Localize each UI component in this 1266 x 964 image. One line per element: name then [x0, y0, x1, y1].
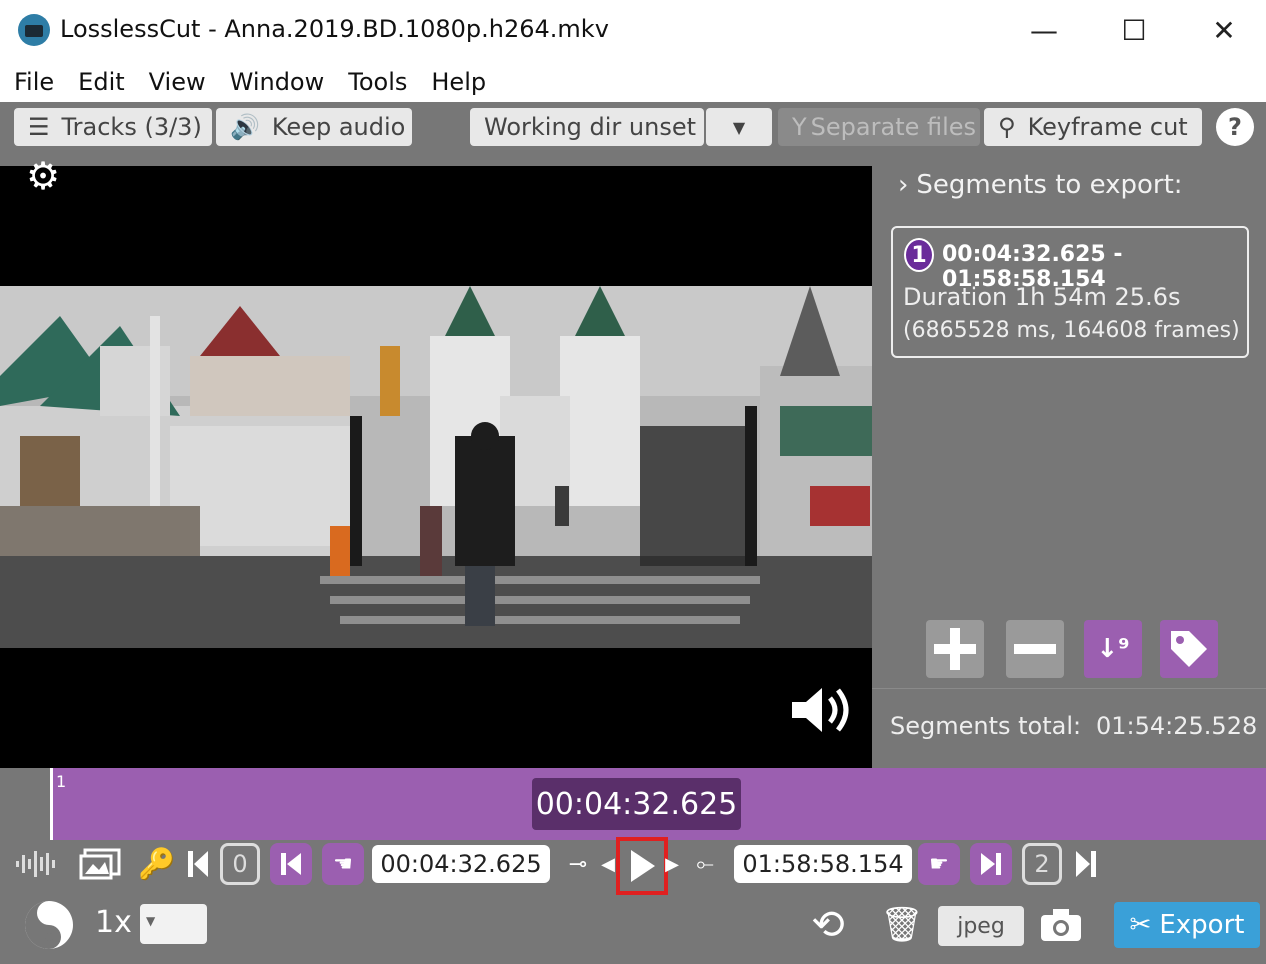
play-icon [631, 850, 655, 882]
tracks-button[interactable]: ☰ Tracks (3/3) [14, 108, 212, 146]
volume-icon[interactable] [788, 682, 858, 738]
jump-start-icon[interactable] [184, 846, 212, 882]
segment-number-badge: 1 [904, 238, 934, 272]
jump-cut-end-button[interactable] [970, 843, 1012, 885]
tag-icon [1171, 631, 1207, 667]
separate-files-button[interactable]: Y Separate files [778, 108, 980, 146]
play-button[interactable] [620, 841, 664, 891]
set-cut-start-button[interactable]: ☚ [322, 843, 364, 885]
capture-format-button[interactable]: jpeg [938, 906, 1024, 946]
video-frame [0, 286, 872, 648]
chevron-right-icon: › [898, 170, 909, 200]
hand-pointing-icon: ☚ [333, 851, 353, 877]
playback-speed-select[interactable]: ▼ [140, 904, 207, 944]
trash-icon[interactable]: 🗑 [880, 900, 924, 950]
menu-window[interactable]: Window [230, 68, 325, 96]
menu-view[interactable]: View [149, 68, 206, 96]
rotate-icon[interactable]: ⟲ [800, 898, 856, 952]
export-label: Export [1159, 910, 1245, 940]
plus-icon [934, 628, 976, 670]
timeline-cursor[interactable] [50, 768, 53, 840]
app-icon [18, 14, 50, 46]
cut-end-time-input[interactable]: 01:58:58.154 [734, 845, 912, 883]
tracks-label: Tracks (3/3) [61, 113, 202, 141]
segments-total-value: 01:54:25.528 [1096, 712, 1258, 740]
keyframe-cut-label: Keyframe cut [1027, 113, 1188, 141]
chevron-down-icon: ▼ [732, 117, 746, 137]
camera-svg [1041, 909, 1081, 941]
jump-end-icon[interactable] [1072, 846, 1100, 882]
menu-bar: File Edit View Window Tools Help [0, 62, 1266, 102]
segment-detail: (6865528 ms, 164608 frames) [903, 318, 1240, 343]
thumbnails-icon[interactable] [78, 846, 122, 882]
keyframes-key-icon[interactable]: 🔑 [138, 846, 176, 882]
segment-duration: Duration 1h 54m 25.6s [903, 283, 1181, 311]
list-icon: ☰ [28, 113, 50, 141]
window-title: LosslessCut - Anna.2019.BD.1080p.h264.mk… [60, 15, 609, 43]
camera-icon[interactable] [1036, 900, 1086, 950]
minus-icon [1014, 644, 1056, 654]
key-right-icon[interactable]: ⟜ [688, 846, 722, 882]
step-back-icon[interactable]: ◀ [600, 846, 616, 882]
menu-tools[interactable]: Tools [348, 68, 407, 96]
maximize-button[interactable]: ☐ [1104, 8, 1164, 52]
skip-end-svg [1076, 851, 1096, 877]
segments-header-label: Segments to export: [916, 170, 1183, 200]
add-segment-button[interactable] [926, 620, 984, 678]
keyframe-cut-button[interactable]: ⚲ Keyframe cut [984, 108, 1202, 146]
waveform-svg [16, 851, 55, 877]
menu-file[interactable]: File [14, 68, 54, 96]
video-image [0, 286, 872, 648]
settings-gear-icon[interactable]: ⚙ [26, 156, 66, 196]
segments-header[interactable]: › Segments to export: [898, 170, 1183, 200]
waveform-icon[interactable] [14, 846, 60, 882]
key-icon: ⚲ [998, 113, 1016, 141]
playback-speed-label: 1x [95, 905, 132, 940]
keep-audio-button[interactable]: 🔊 Keep audio [216, 108, 412, 146]
label-segment-button[interactable] [1160, 620, 1218, 678]
menu-edit[interactable]: Edit [78, 68, 124, 96]
divider [872, 688, 1266, 689]
export-button[interactable]: ✂ Export [1114, 902, 1260, 948]
timeline-before-segment [0, 768, 52, 840]
hand-pointing-right-icon: ☛ [929, 851, 949, 877]
minimize-button[interactable]: — [1014, 8, 1074, 52]
yin-yang-icon[interactable] [22, 898, 76, 952]
separate-files-label: Separate files [810, 113, 977, 141]
timeline-segment-label: 1 [56, 772, 67, 791]
merge-icon: Y [792, 113, 807, 141]
working-dir-dropdown[interactable]: ▼ [706, 108, 772, 146]
key-left-icon[interactable]: ⊸ [562, 846, 594, 882]
scissors-icon: ✂ [1129, 910, 1152, 940]
skip-start-svg [188, 851, 208, 877]
step-forward-icon[interactable]: ▶ [664, 846, 680, 882]
sort-segments-button[interactable]: ↓⁹ [1084, 620, 1142, 678]
invert-selection-svg [25, 901, 73, 949]
end-segment-number[interactable]: 2 [1022, 843, 1062, 885]
chevron-down-icon: ▼ [146, 914, 156, 928]
segments-total-label: Segments total: [890, 712, 1082, 740]
skip-to-start-icon [281, 853, 301, 875]
close-button[interactable]: ✕ [1194, 8, 1254, 52]
timeline-current-time: 00:04:32.625 [532, 778, 741, 830]
skip-to-end-icon [981, 853, 1001, 875]
working-dir-label: Working dir unset [484, 113, 697, 141]
jump-cut-start-button[interactable] [270, 843, 312, 885]
volume-svg [792, 688, 849, 732]
sort-numeric-icon: ↓⁹ [1096, 634, 1130, 664]
cut-start-time-input[interactable]: 00:04:32.625 [372, 845, 550, 883]
images-svg [79, 848, 121, 880]
keep-audio-label: Keep audio [271, 113, 406, 141]
help-button[interactable]: ? [1216, 108, 1254, 146]
working-dir-button[interactable]: Working dir unset [470, 108, 704, 146]
speaker-icon: 🔊 [230, 113, 260, 141]
remove-segment-button[interactable] [1006, 620, 1064, 678]
start-segment-number[interactable]: 0 [220, 843, 260, 885]
set-cut-end-button[interactable]: ☛ [918, 843, 960, 885]
menu-help[interactable]: Help [431, 68, 486, 96]
